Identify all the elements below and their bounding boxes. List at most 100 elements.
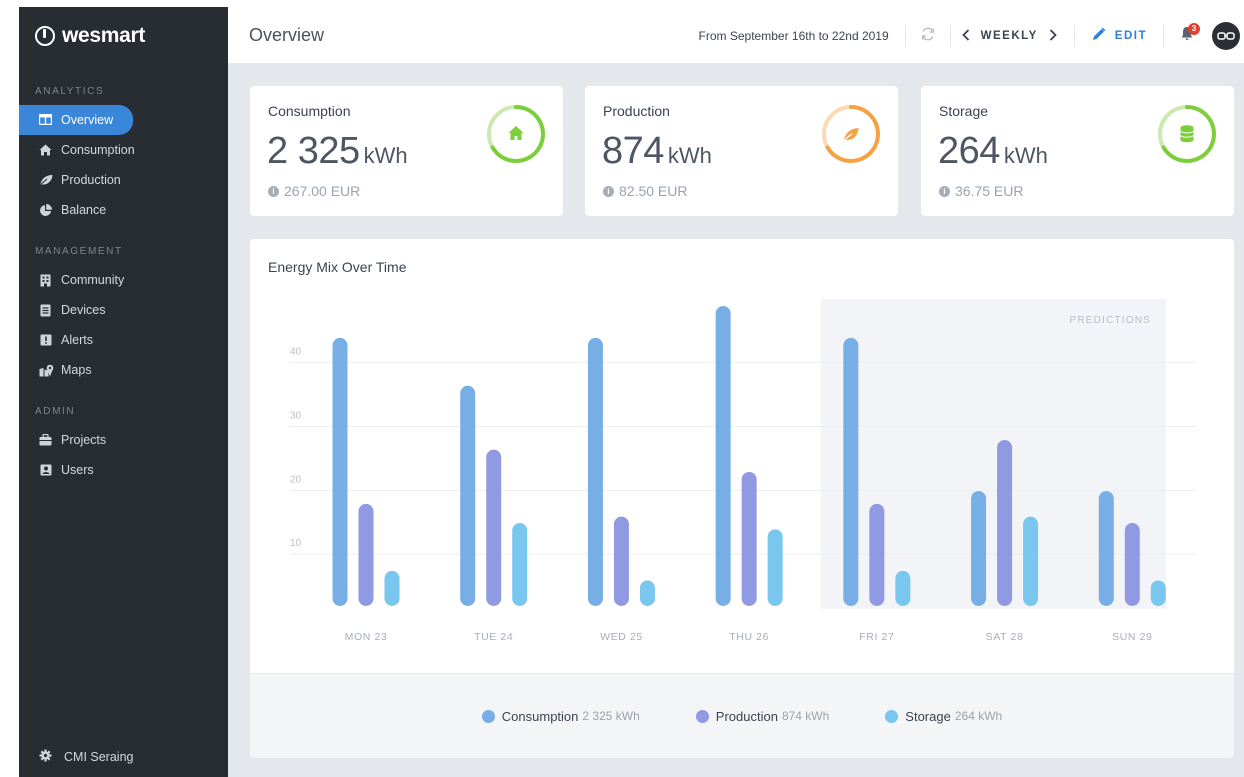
database-icon: [1180, 125, 1194, 143]
bar-production: [613, 516, 629, 606]
legend-label: Consumption: [501, 708, 579, 724]
kpi-unit: kWh: [667, 143, 712, 168]
bar-storage: [1150, 580, 1166, 606]
avatar-glasses-icon: [1217, 31, 1235, 40]
kpi-value: 874 kWh: [602, 130, 712, 173]
kpi-title: Production: [603, 103, 670, 119]
power-logo-icon: [35, 26, 55, 46]
sidebar-item-label: Devices: [61, 303, 106, 317]
x-tick-label: SUN 29: [1112, 631, 1152, 643]
bar-production: [997, 440, 1013, 606]
sidebar-item-devices[interactable]: Devices: [19, 295, 133, 325]
y-tick-label: 30: [290, 411, 302, 422]
kpi-number: 2 325: [267, 130, 360, 172]
bar-storage: [767, 529, 783, 606]
nav-section-admin: ADMIN Projects Users: [19, 406, 228, 485]
kpi-title: Storage: [939, 103, 989, 119]
kpi-cost: i 82.50 EUR: [603, 183, 687, 199]
avatar[interactable]: [1212, 21, 1240, 50]
sidebar-item-users[interactable]: Users: [19, 455, 133, 485]
sidebar-item-label: Consumption: [61, 143, 135, 157]
sidebar-item-projects[interactable]: Projects: [19, 425, 133, 455]
sidebar-item-label: Overview: [61, 113, 114, 127]
legend-value: 2 325 kWh: [582, 709, 640, 723]
legend-item-storage[interactable]: Storage 264 kWh: [885, 709, 1002, 724]
info-icon: i: [603, 185, 614, 197]
user-card-icon: [39, 464, 52, 477]
kpi-value: 264 kWh: [938, 130, 1048, 173]
bar-consumption: [715, 306, 731, 606]
bar-production: [869, 503, 885, 606]
period-selector[interactable]: WEEKLY: [981, 30, 1038, 42]
main-content: Consumption 2 325 kWh i 267.00 EUR Product…: [228, 64, 1244, 777]
sidebar-item-production[interactable]: Production: [19, 165, 133, 195]
bar-production: [486, 449, 502, 606]
bar-production: [741, 471, 757, 606]
sidebar-item-balance[interactable]: Balance: [19, 195, 133, 225]
nav-section-label: ANALYTICS: [35, 86, 105, 97]
bar-consumption: [843, 337, 859, 606]
kpi-number: 874: [602, 130, 664, 172]
columns-icon: [38, 113, 53, 127]
next-period-button[interactable]: [1038, 28, 1068, 44]
predictions-label: PREDICTIONS: [1069, 315, 1151, 326]
kpi-cost-value: 82.50 EUR: [619, 183, 688, 199]
x-tick-label: TUE 24: [474, 631, 513, 643]
bar-storage: [639, 580, 655, 606]
info-icon: i: [268, 185, 279, 197]
energy-mix-chart-card: Energy Mix Over Time PREDICTIONS 10 20 30 40…: [250, 239, 1234, 758]
building-icon: [39, 274, 52, 287]
sidebar-item-alerts[interactable]: Alerts: [19, 325, 133, 355]
home-icon: [39, 144, 52, 157]
refresh-icon[interactable]: [906, 27, 950, 45]
y-tick-label: 40: [290, 347, 302, 358]
bar-consumption: [1098, 491, 1114, 606]
kpi-cost-value: 267.00 EUR: [284, 183, 361, 199]
leaf-icon: [843, 128, 859, 142]
brand-name: wesmart: [62, 24, 146, 47]
notifications-button[interactable]: 3: [1164, 23, 1210, 45]
legend-item-production[interactable]: Production 874 kWh: [695, 709, 829, 724]
info-icon: i: [939, 185, 950, 197]
nav-section-analytics: ANALYTICS Overview Consumption Productio…: [19, 86, 228, 225]
kpi-card-production[interactable]: Production 874 kWh i 82.50 EUR: [585, 86, 898, 216]
bar-production: [1124, 523, 1140, 606]
sidebar-item-label: Balance: [61, 203, 107, 217]
bar-consumption: [587, 337, 603, 606]
kpi-card-consumption[interactable]: Consumption 2 325 kWh i 267.00 EUR: [250, 86, 563, 216]
nav-section-management: MANAGEMENT Community Devices Alerts Maps: [19, 246, 228, 385]
notification-count-badge: 3: [1188, 23, 1200, 35]
x-tick-label: WED 25: [600, 631, 643, 643]
legend-item-consumption[interactable]: Consumption 2 325 kWh: [481, 708, 640, 724]
legend-dot: [885, 709, 899, 723]
kpi-card-storage[interactable]: Storage 264 kWh i 36.75 EUR: [921, 86, 1234, 216]
sidebar-item-community[interactable]: Community: [19, 265, 133, 295]
bar-consumption: [332, 337, 348, 606]
x-tick-label: SAT 28: [986, 631, 1024, 643]
sidebar-item-consumption[interactable]: Consumption: [19, 135, 135, 165]
brand-logo[interactable]: wesmart: [19, 7, 228, 65]
production-ring-icon: [822, 105, 880, 163]
kpi-value: 2 325 kWh: [267, 130, 408, 173]
legend-dot: [695, 709, 709, 723]
legend-label: Storage: [905, 708, 951, 724]
bar-storage: [1023, 516, 1039, 606]
sidebar-item-label: Users: [61, 463, 94, 477]
x-tick-label: THU 26: [729, 631, 769, 643]
pencil-icon: [1091, 27, 1106, 45]
chart-legend: Consumption 2 325 kWh Production 874 kWh…: [250, 673, 1234, 758]
kpi-title: Consumption: [268, 103, 351, 119]
previous-period-button[interactable]: [951, 28, 981, 44]
top-bar-controls: From September 16th to 22nd 2019 WEEKLY …: [699, 7, 1244, 64]
edit-button[interactable]: EDIT: [1075, 27, 1163, 45]
y-tick-label: 10: [290, 538, 302, 549]
organization-name: CMI Seraing: [64, 750, 134, 764]
home-icon: [508, 126, 524, 140]
sidebar-item-label: Maps: [61, 363, 92, 377]
sidebar-item-overview[interactable]: Overview: [19, 105, 133, 135]
organization-selector[interactable]: CMI Seraing: [39, 749, 133, 765]
y-tick-label: 20: [290, 474, 302, 485]
sidebar-item-label: Community: [61, 273, 125, 287]
kpi-unit: kWh: [1003, 143, 1048, 168]
sidebar-item-maps[interactable]: Maps: [19, 355, 133, 385]
